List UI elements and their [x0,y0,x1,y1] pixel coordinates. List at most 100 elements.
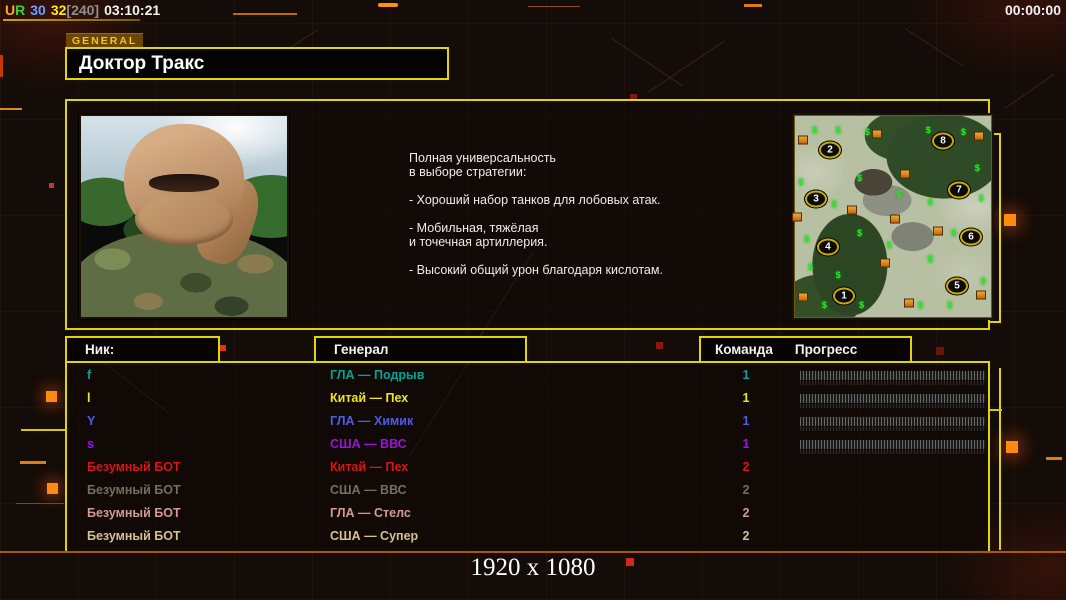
player-name: Безумный БОТ [87,529,181,543]
map-start-position: 2 [819,141,842,159]
player-team: 1 [742,437,750,451]
map-money-icon: $ [925,125,931,136]
map-money-icon: $ [865,127,871,138]
map-building-icon [791,212,802,221]
player-row: l Китай — Пех 1 [67,388,988,411]
players-table: f ГЛА — Подрыв 1 l Китай — Пех 1 Y ГЛА —… [65,361,990,553]
progress-bar [800,417,986,431]
column-header-team-progress: Команда Прогресс [699,336,912,363]
decor-line [21,429,65,431]
map-money-icon: $ [974,163,980,174]
decor-dash [744,4,762,7]
player-row: Безумный БОТ США — ВВС 2 [67,480,988,503]
column-header-progress-label: Прогресс [794,342,858,357]
bottom-decor-line [0,551,1066,553]
progress-bar [800,371,986,385]
player-team: 2 [742,483,750,497]
map-money-icon: $ [947,299,953,310]
decor-square [47,483,58,494]
decor-line [0,55,3,77]
map-start-position: 3 [804,190,827,208]
general-tab-label: GENERAL [66,33,144,48]
map-money-icon: $ [917,299,923,310]
minimap: $ $ $ $ $ $ $ $ $ $ $ $ $ $ $ $ $ $ $ $ $ $ $ $1 2 3 4 5 6 7 8 [791,115,992,318]
decor-square [220,345,226,351]
map-money-icon: $ [927,253,933,264]
map-money-icon: $ [980,275,986,286]
decor-line [16,503,64,504]
decor-dash [1046,457,1062,460]
hex-line-decor [611,38,683,87]
decor-line [988,409,1002,411]
map-building-icon [974,131,985,141]
column-header-nick-label: Ник: [85,342,115,357]
map-money-icon: $ [886,239,892,250]
map-money-icon: $ [804,233,810,244]
map-money-icon: $ [835,125,841,136]
player-row: s США — ВВС 1 [67,434,988,457]
map-money-icon: $ [798,177,804,188]
player-team: 2 [742,460,750,474]
map-money-icon: $ [831,199,837,210]
map-building-icon [797,292,808,302]
game-clock: 00:00:00 [1004,2,1061,18]
map-money-icon: $ [808,261,814,272]
player-general: США — ВВС [330,483,407,497]
player-row: Безумный БОТ Китай — Пех 2 [67,457,988,480]
map-building-icon [872,129,883,139]
hex-line-decor [647,40,725,93]
decor-dash [378,3,398,7]
player-general: ГЛА — Подрыв [330,368,425,382]
map-money-icon: $ [821,299,827,310]
match-info-token: [240] [66,2,100,18]
player-general: США — Супер [330,529,419,543]
decor-bracket [990,321,1000,323]
progress-bar [800,440,986,454]
decor-square [46,391,57,402]
match-info: UR 30 32[240] 03:10:21 [5,2,160,18]
decor-square [1006,441,1018,453]
map-money-icon: $ [951,227,957,238]
map-money-icon: $ [859,299,865,310]
hex-line-decor [1004,73,1055,109]
map-building-icon [933,226,944,236]
decor-line [20,461,46,464]
player-row: Безумный БОТ США — Супер 2 [67,526,988,549]
player-team: 1 [742,414,750,428]
general-title-box: Доктор Тракс [65,47,449,80]
decor-square [49,183,54,188]
player-name: Безумный БОТ [87,483,181,497]
decor-line [233,13,297,15]
player-general: ГЛА — Стелс [330,506,411,520]
player-team: 1 [742,368,750,382]
player-general: ГЛА — Химик [330,414,414,428]
map-money-icon: $ [978,193,984,204]
column-header-general-label: Генерал [334,342,389,357]
player-general: Китай — Пех [330,460,409,474]
decor-line [528,6,580,7]
map-start-position: 4 [816,238,839,256]
portrait-face-wrap [134,192,234,245]
map-start-position: 1 [833,287,855,305]
map-start-position: 6 [960,228,982,246]
general-portrait [78,113,290,320]
map-money-icon: $ [857,227,863,238]
map-start-position: 5 [946,277,969,295]
match-info-token: U [5,2,16,18]
decor-square [936,347,944,355]
player-name: Безумный БОТ [87,506,181,520]
player-row: f ГЛА — Подрыв 1 [67,365,988,388]
player-row: Y ГЛА — Химик 1 [67,411,988,434]
map-money-icon: $ [812,125,818,136]
map-start-position: 8 [931,132,954,150]
player-name: Y [87,414,96,428]
decor-line [0,108,22,110]
general-info-panel: Полная универсальность в выборе стратеги… [65,99,992,330]
map-money-icon: $ [857,173,863,184]
map-building-icon [880,258,891,268]
portrait-eyes [148,174,219,193]
general-description: Полная универсальность в выборе стратеги… [409,151,663,277]
general-title: Доктор Тракс [79,52,205,74]
player-name: l [87,391,91,405]
decor-bracket [999,368,1001,550]
